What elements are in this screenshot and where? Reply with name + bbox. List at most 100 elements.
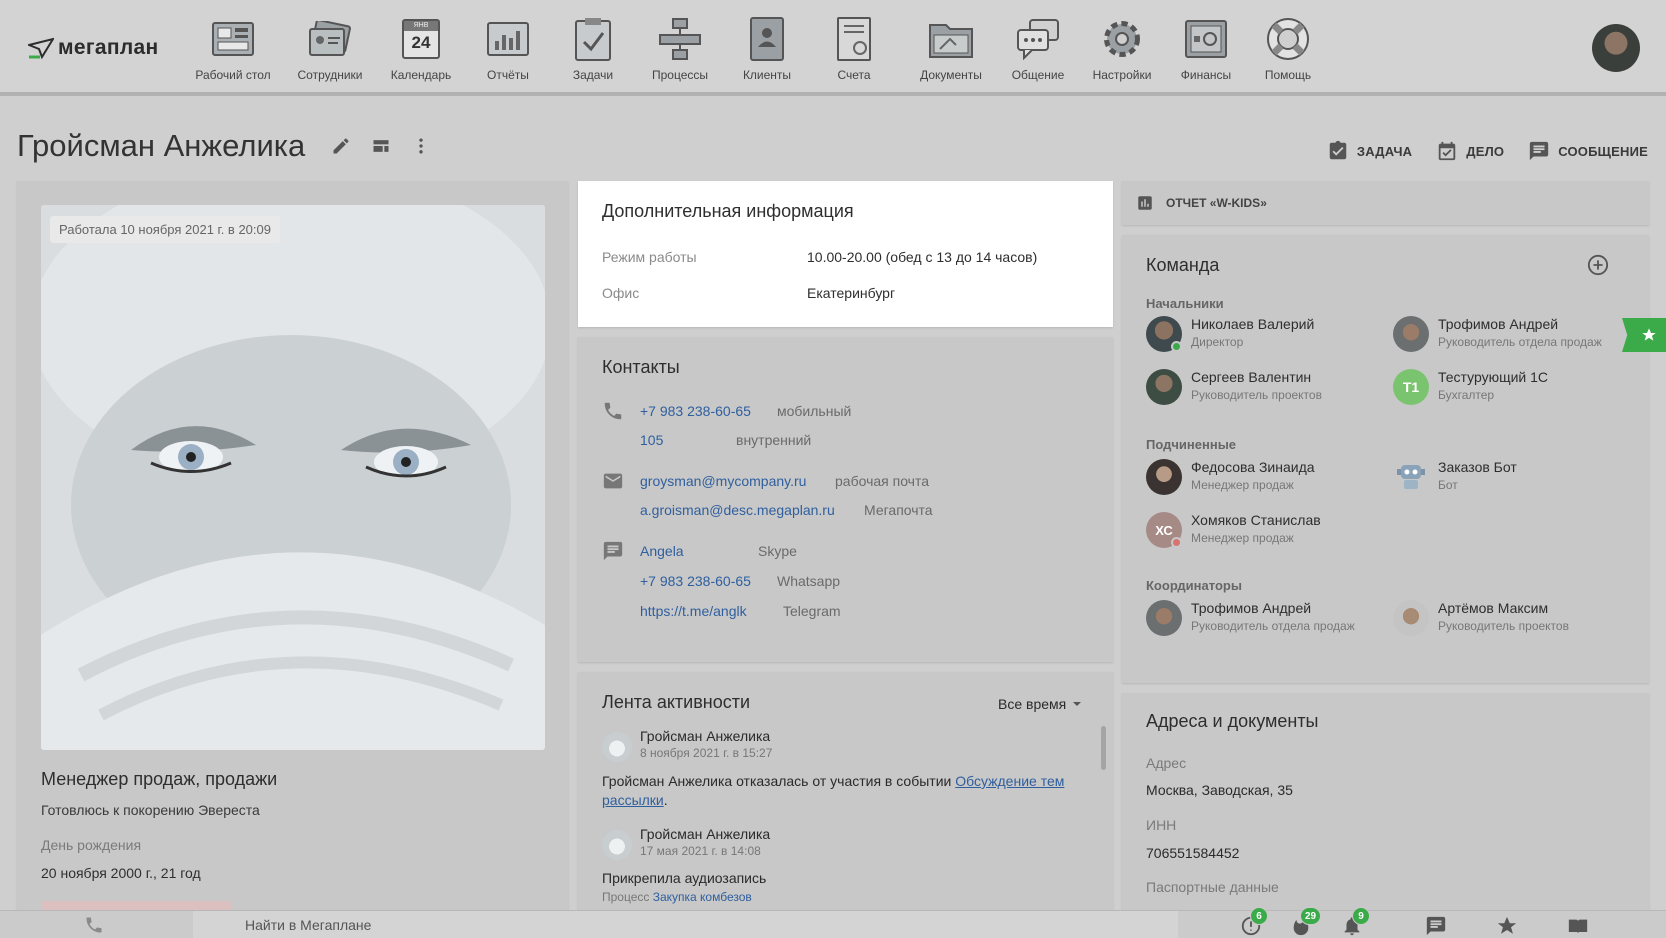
feed-text: Прикрепила аудиозапись [602,870,767,886]
feed-author[interactable]: Гройсман Анжелика [640,728,770,744]
team-member[interactable]: Сергеев Валентин Руководитель проектов [1146,369,1322,405]
contacts-title: Контакты [602,357,680,377]
member-role: Руководитель проектов [1191,388,1322,402]
info-value: 10.00-20.00 (обед с 13 до 14 часов) [807,249,1038,265]
nav-desktop[interactable]: Рабочий стол [195,12,271,82]
email-type: рабочая почта [835,473,930,489]
messenger-link[interactable]: +7 983 238-60-65 [640,573,751,589]
add-member-icon[interactable] [1587,254,1609,276]
team-member[interactable]: Заказов Бот Бот [1393,459,1517,495]
avatar: Т1 [1393,369,1429,405]
megaplan-logo[interactable]: мегаплан [28,36,158,60]
nav-settings[interactable]: Настройки [1089,12,1155,82]
avatar[interactable] [602,732,632,762]
birthday-value: 20 ноября 2000 г., 21 год [41,865,201,881]
blocked-status-dot [1171,537,1182,548]
feed-scrollbar[interactable] [1101,726,1106,770]
feed-period-select[interactable]: Все время [998,696,1082,712]
nav-processes[interactable]: Процессы [647,12,713,82]
invoices-icon [837,17,871,61]
nav-finance[interactable]: Финансы [1173,12,1239,82]
team-member[interactable]: ХС Хомяков Станислав Менеджер продаж [1146,512,1321,548]
email-type: Мегапочта [864,502,933,518]
messenger-type: Whatsapp [777,573,841,589]
team-member[interactable]: Федосова Зинаида Менеджер продаж [1146,459,1315,495]
feed-process-link[interactable]: Закупка комбезов [653,890,752,904]
nav-label: Календарь [390,68,452,82]
main-menu: Рабочий стол Сотрудники ЯНВ 24 Календарь … [195,12,1321,82]
profile-photo[interactable] [41,205,545,750]
task-check-icon [1329,140,1347,160]
favorites-tab[interactable] [1622,318,1666,352]
team-member[interactable]: Артёмов Максим Руководитель проектов [1393,600,1569,636]
star-icon[interactable] [1496,915,1518,937]
birthday-label: День рождения [41,837,142,853]
bottom-bar: Найти в Мегаплане 6 29 9 [0,907,1666,938]
nav-tasks[interactable]: Задачи [560,12,626,82]
phone-type: внутренний [736,432,812,448]
inn-value: 706551584452 [1146,845,1240,861]
report-card[interactable]: ОТЧЕТ «W-KIDS» [1122,181,1649,225]
avatar [1393,316,1429,352]
nav-label: Настройки [1092,68,1152,82]
avatar [1393,459,1429,495]
nav-label: Общение [1011,68,1065,82]
nav-label: Помощь [1264,68,1312,82]
nav-label: Клиенты [742,68,792,82]
global-search-input[interactable]: Найти в Мегаплане [193,911,1178,938]
member-role: Директор [1191,335,1244,349]
alerts-badge: 6 [1250,907,1268,925]
team-member[interactable]: Трофимов Андрей Руководитель отдела прода… [1393,316,1602,352]
settings-icon [1104,21,1140,57]
card-view-icon[interactable] [371,136,391,156]
current-user-avatar[interactable] [1592,24,1640,72]
member-name: Николаев Валерий [1191,316,1315,332]
messenger-link[interactable]: https://t.me/anglk [640,603,747,619]
create-deal-button[interactable]: ДЕЛО [1436,140,1504,162]
address-value: Москва, Заводская, 35 [1146,782,1293,798]
email-link[interactable]: groysman@mycompany.ru [640,473,806,489]
email-link[interactable]: a.groisman@desc.megaplan.ru [640,502,835,518]
feed-author[interactable]: Гройсман Анжелика [640,826,770,842]
book-icon[interactable] [1567,915,1589,937]
team-member[interactable]: Т1 Тестурующий 1С Бухгалтер [1393,369,1548,405]
member-name: Заказов Бот [1438,459,1517,475]
nav-clients[interactable]: Клиенты [734,12,800,82]
chat-icon[interactable] [1425,915,1447,937]
nav-label: Финансы [1180,68,1232,82]
nav-calendar[interactable]: ЯНВ 24 Календарь [388,12,454,82]
phone-icon [604,402,622,420]
logo-text: мегаплан [58,36,159,59]
nav-employees[interactable]: Сотрудники [297,12,363,82]
member-role: Бот [1438,478,1458,492]
edit-icon[interactable] [331,136,351,156]
employees-icon [309,21,351,56]
nav-reports[interactable]: Отчёты [475,12,541,82]
nav-invoices[interactable]: Счета [821,12,887,82]
reports-icon [487,22,529,56]
feed-title: Лента активности [602,692,751,712]
finance-icon [1185,20,1227,58]
nav-chat[interactable]: Общение [1005,12,1071,82]
team-member[interactable]: Трофимов Андрей Руководитель отдела прода… [1146,600,1355,636]
avatar[interactable] [602,830,632,860]
activity-feed-card: Лента активности Все время Гройсман Анже… [578,672,1113,912]
feed-date: 8 ноября 2021 г. в 15:27 [640,746,773,760]
avatar [1146,369,1182,405]
paper-plane-icon [28,37,54,59]
action-label: СООБЩЕНИЕ [1558,143,1648,159]
additional-info-card: Дополнительная информация Режим работы 1… [578,181,1113,327]
nav-help[interactable]: Помощь [1255,12,1321,82]
phone-link[interactable]: +7 983 238-60-65 [640,403,751,419]
phone-link[interactable]: 105 [640,432,663,448]
member-name: Сергеев Валентин [1191,369,1312,385]
hot-badge: 29 [1300,907,1322,925]
nav-documents[interactable]: Документы [918,12,984,82]
create-task-button[interactable]: ЗАДАЧА [1327,140,1412,162]
nav-label: Процессы [651,68,708,82]
messenger-link[interactable]: Angela [640,543,684,559]
team-member[interactable]: Николаев Валерий Директор [1146,316,1314,352]
send-message-button[interactable]: СООБЩЕНИЕ [1528,140,1648,162]
more-vertical-icon[interactable] [411,136,431,156]
phone-icon[interactable] [84,915,104,935]
